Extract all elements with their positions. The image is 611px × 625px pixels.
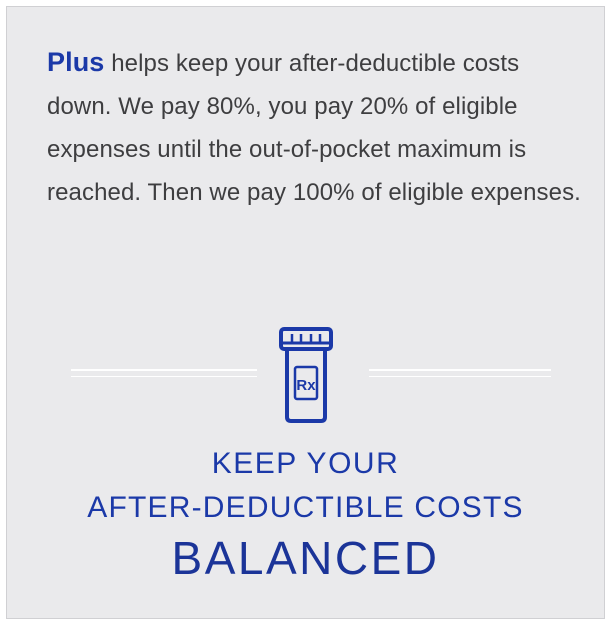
- tagline-line-1: KEEP YOUR: [211, 447, 400, 480]
- divider-right: [369, 369, 551, 377]
- icon-divider: Rx: [7, 327, 604, 423]
- tagline-line-3: BALANCED: [171, 532, 440, 584]
- rx-glyph: Rx: [296, 377, 316, 394]
- rx-pill-bottle-icon: Rx: [279, 327, 333, 423]
- plan-description: Plus helps keep your after-deductible co…: [47, 41, 587, 214]
- tagline-line-2: AFTER-DEDUCTIBLE COSTS: [87, 491, 524, 524]
- divider-left: [71, 369, 257, 377]
- plan-name: Plus: [47, 47, 105, 77]
- plan-description-text: helps keep your after-deductible costs d…: [47, 50, 581, 206]
- plan-info-card: Plus helps keep your after-deductible co…: [6, 6, 605, 619]
